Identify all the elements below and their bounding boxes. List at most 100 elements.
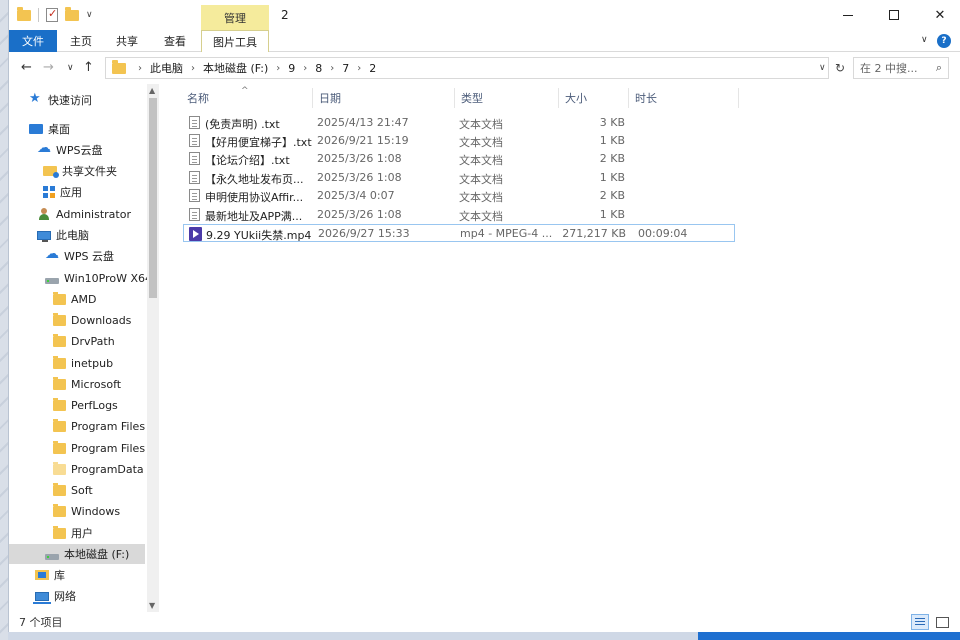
tab-file[interactable]: 文件 (9, 30, 57, 52)
tab-home[interactable]: 主页 (61, 30, 101, 52)
breadcrumb-chevron-icon[interactable]: › (276, 63, 280, 74)
back-arrow-icon[interactable]: ← (21, 60, 32, 75)
search-box[interactable]: 在 2 中搜... ⌕ (853, 57, 949, 79)
column-header-name[interactable]: 名称 ^ (161, 86, 313, 108)
column-header-size[interactable]: 大小 (559, 88, 629, 108)
breadcrumb-this-pc[interactable]: 此电脑 (150, 60, 183, 76)
file-row[interactable]: 最新地址及APP满... 2025/3/26 1:08 文本文档 1 KB (183, 206, 735, 224)
text-file-icon (189, 116, 200, 129)
drive-icon (45, 278, 59, 284)
file-type: 文本文档 (459, 154, 503, 167)
nav-item-folder-windows[interactable]: Windows (53, 501, 120, 521)
breadcrumb-chevron-icon[interactable]: › (138, 63, 142, 74)
navigation-pane-scrollbar[interactable]: ▲ ▼ (147, 84, 159, 612)
nav-item-wps-cloud[interactable]: WPS云盘 (37, 140, 103, 160)
tab-view[interactable]: 查看 (155, 30, 195, 52)
nav-item-folder-inetpub[interactable]: inetpub (53, 353, 113, 373)
up-arrow-icon[interactable]: ↑ (83, 60, 94, 75)
nav-item-network[interactable]: 网络 (33, 586, 76, 606)
nav-item-system-drive[interactable]: Win10ProW X64 (45, 268, 152, 288)
file-size: 2 KB (599, 189, 625, 202)
nav-item-local-disk-f[interactable]: 本地磁盘 (F:) (9, 544, 145, 564)
file-row[interactable]: 【论坛介绍】.txt 2025/3/26 1:08 文本文档 2 KB (183, 150, 735, 168)
tab-picture-tools[interactable]: 图片工具 (201, 30, 269, 52)
nav-item-label: DrvPath (71, 334, 115, 348)
file-name: 最新地址及APP满... (205, 210, 303, 223)
breadcrumb-2[interactable]: 2 (369, 62, 376, 75)
tab-share[interactable]: 共享 (107, 30, 147, 52)
file-type: mp4 - MPEG-4 ... (460, 227, 553, 240)
nav-item-folder-soft[interactable]: Soft (53, 480, 93, 500)
nav-item-label: Downloads (71, 313, 132, 327)
nav-item-label: 此电脑 (56, 229, 89, 242)
nav-item-label: 快速访问 (48, 94, 92, 107)
nav-item-folder-program-files-x86[interactable]: Program Files ( (53, 438, 153, 458)
breadcrumb-chevron-icon[interactable]: › (303, 63, 307, 74)
nav-item-quick-access[interactable]: 快速访问 (29, 90, 92, 110)
search-input[interactable]: 在 2 中搜... (860, 60, 917, 76)
nav-item-label: inetpub (71, 356, 114, 370)
forward-arrow-icon[interactable]: → (43, 60, 54, 75)
nav-item-this-pc[interactable]: 此电脑 (37, 225, 89, 245)
column-header-date[interactable]: 日期 (313, 88, 455, 108)
maximize-button[interactable] (871, 0, 917, 30)
nav-item-label: 网络 (54, 590, 76, 603)
nav-item-libraries[interactable]: 库 (35, 565, 65, 585)
nav-item-label: Program Files (71, 419, 146, 433)
nav-item-folder-perflogs[interactable]: PerfLogs (53, 395, 118, 415)
file-size: 1 KB (599, 208, 625, 221)
nav-item-shared-folder[interactable]: 共享文件夹 (43, 161, 117, 181)
properties-icon[interactable] (46, 7, 58, 22)
help-icon[interactable]: ? (937, 34, 951, 48)
breadcrumb-7[interactable]: 7 (342, 62, 349, 75)
breadcrumb-chevron-icon[interactable]: › (191, 63, 195, 74)
nav-item-folder-drvpath[interactable]: DrvPath (53, 331, 115, 351)
file-size: 1 KB (599, 171, 625, 184)
nav-item-folder-microsoft[interactable]: Microsoft (53, 374, 121, 394)
nav-item-apps[interactable]: 应用 (43, 182, 82, 202)
scrollbar-thumb[interactable] (149, 98, 157, 298)
address-history-chevron-icon[interactable]: ∨ (819, 63, 826, 73)
file-type: 文本文档 (459, 136, 503, 149)
file-row[interactable]: (免责声明) .txt 2025/4/13 21:47 文本文档 3 KB (183, 114, 735, 132)
minimize-icon (843, 14, 853, 16)
breadcrumb-chevron-icon[interactable]: › (357, 63, 361, 74)
nav-item-folder-programdata[interactable]: ProgramData (53, 459, 144, 479)
nav-item-folder-users[interactable]: 用户 (53, 523, 93, 543)
customize-toolbar-dropdown[interactable]: ∨ (86, 10, 93, 20)
column-header-duration[interactable]: 时长 (629, 88, 739, 108)
file-row[interactable]: 【永久地址发布页... 2025/3/26 1:08 文本文档 1 KB (183, 169, 735, 187)
close-button[interactable]: ✕ (917, 0, 960, 30)
navigation-bar: ← → ∨ ↑ › 此电脑 › 本地磁盘 (F:) › 9 › 8 › 7 › … (9, 52, 960, 84)
folder-icon (53, 418, 66, 432)
file-row[interactable]: 申明使用协议Affir... 2025/3/4 0:07 文本文档 2 KB (183, 187, 735, 205)
breadcrumb-9[interactable]: 9 (288, 62, 295, 75)
file-row[interactable]: 【好用便宜梯子】.txt 2026/9/21 15:19 文本文档 1 KB (183, 132, 735, 150)
scroll-down-icon[interactable]: ▼ (149, 601, 155, 610)
window-title: 2 (281, 8, 289, 22)
nav-item-wps-cloud-drive[interactable]: WPS 云盘 (45, 246, 114, 266)
nav-item-folder-downloads[interactable]: Downloads (53, 310, 131, 330)
network-icon (33, 591, 51, 604)
address-bar[interactable]: › 此电脑 › 本地磁盘 (F:) › 9 › 8 › 7 › 2 (105, 57, 829, 79)
details-view-button[interactable] (911, 614, 929, 630)
manage-contextual-tab[interactable]: 管理 (201, 5, 269, 30)
breadcrumb-chevron-icon[interactable]: › (330, 63, 334, 74)
nav-item-folder-program-files[interactable]: Program Files (53, 416, 145, 436)
new-folder-icon[interactable] (65, 6, 79, 21)
column-header-type[interactable]: 类型 (455, 88, 559, 108)
nav-item-folder-amd[interactable]: AMD (53, 289, 97, 309)
file-row-selected[interactable]: 9.29 YUkii失禁.mp4 2026/9/27 15:33 mp4 - M… (183, 224, 735, 242)
text-file-icon (189, 134, 200, 147)
refresh-icon[interactable]: ↻ (835, 61, 845, 75)
nav-item-administrator[interactable]: Administrator (37, 204, 131, 224)
scroll-up-icon[interactable]: ▲ (149, 86, 155, 95)
large-icons-view-button[interactable] (933, 614, 951, 630)
expand-ribbon-chevron-icon[interactable]: ∨ (921, 35, 928, 45)
recent-locations-chevron-icon[interactable]: ∨ (67, 63, 74, 73)
breadcrumb-8[interactable]: 8 (315, 62, 322, 75)
minimize-button[interactable] (825, 0, 871, 30)
breadcrumb-drive-f[interactable]: 本地磁盘 (F:) (203, 60, 268, 76)
nav-item-desktop[interactable]: 桌面 (29, 119, 70, 139)
file-name: 【好用便宜梯子】.txt (205, 136, 312, 149)
